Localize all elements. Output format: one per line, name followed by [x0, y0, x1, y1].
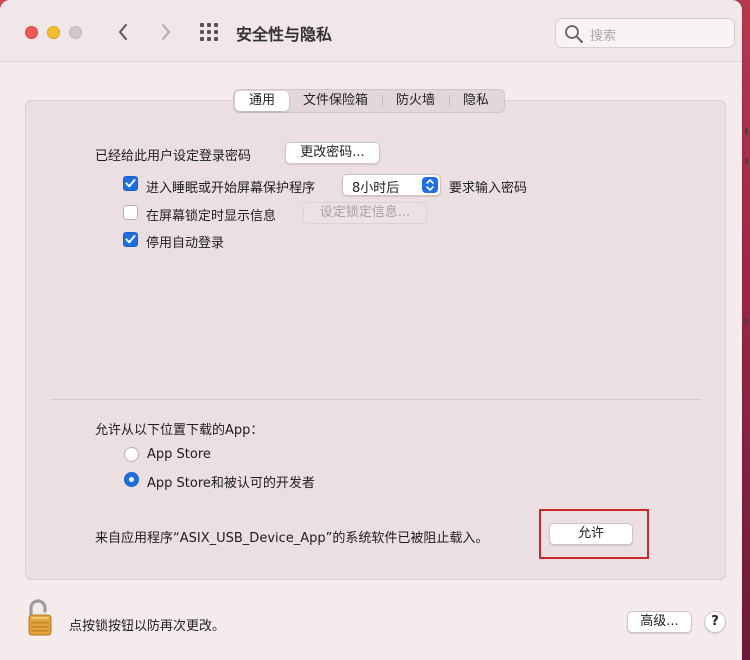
window-title: 安全性与隐私 [236, 25, 333, 44]
show-message-checkbox[interactable] [123, 205, 138, 220]
radio-app-store[interactable] [124, 447, 139, 462]
downloads-heading: 允许从以下位置下载的App： [95, 423, 264, 438]
radio-identified-developers-label: App Store和被认可的开发者 [147, 476, 315, 491]
require-password-checkbox[interactable] [123, 176, 138, 191]
background-mark [745, 158, 748, 164]
close-window-button[interactable] [25, 26, 38, 39]
title-bar: 安全性与隐私 搜索 [0, 0, 742, 62]
tab-privacy[interactable]: 隐私 [449, 91, 503, 111]
background-mark [745, 128, 748, 134]
checkmark-icon [125, 235, 136, 244]
password-delay-value: 8小时后 [352, 181, 400, 196]
show-message-label: 在屏幕锁定时显示信息 [146, 209, 277, 224]
search-icon [565, 25, 583, 43]
password-set-label: 已经给此用户设定登录密码 [95, 149, 252, 164]
forward-button[interactable] [156, 20, 176, 44]
show-all-grid-icon[interactable] [199, 22, 221, 42]
change-password-button[interactable]: 更改密码... [285, 142, 380, 164]
password-delay-select[interactable]: 8小时后 [342, 174, 441, 196]
preferences-window: 安全性与隐私 搜索 通用 文件保险箱 防火墙 隐私 已经给此用户设定登录密码 更… [0, 0, 742, 660]
tab-filevault[interactable]: 文件保险箱 [289, 91, 382, 111]
back-button[interactable] [113, 20, 133, 44]
annotation-highlight-box [539, 509, 649, 559]
search-field[interactable]: 搜索 [555, 18, 735, 48]
radio-app-store-label: App Store [147, 447, 211, 462]
advanced-button[interactable]: 高级... [627, 611, 692, 633]
set-lock-message-button[interactable]: 设定锁定信息... [303, 202, 427, 224]
tab-bar: 通用 文件保险箱 防火墙 隐私 [233, 89, 506, 113]
checkmark-icon [125, 179, 136, 188]
unlocked-padlock-icon[interactable] [25, 598, 63, 638]
lock-hint-text: 点按锁按钮以防再次更改。 [69, 619, 226, 634]
disable-autologin-label: 停用自动登录 [146, 236, 225, 251]
section-divider [51, 399, 701, 400]
chevron-right-icon [162, 24, 170, 40]
tab-firewall[interactable]: 防火墙 [382, 91, 449, 111]
general-panel [25, 100, 726, 580]
disable-autologin-checkbox[interactable] [123, 232, 138, 247]
help-button[interactable]: ? [704, 611, 726, 633]
search-placeholder: 搜索 [590, 29, 617, 44]
background-mark [745, 318, 748, 324]
radio-identified-developers[interactable] [124, 472, 139, 487]
chevron-left-icon [119, 24, 127, 40]
zoom-window-button[interactable] [69, 26, 82, 39]
minimize-window-button[interactable] [47, 26, 60, 39]
blocked-software-message: 来自应用程序“ASIX_USB_Device_App”的系统软件已被阻止载入。 [95, 531, 489, 546]
tab-general[interactable]: 通用 [235, 91, 290, 111]
require-password-suffix: 要求输入密码 [449, 181, 528, 196]
updown-chevron-icon [422, 177, 438, 193]
require-password-label: 进入睡眠或开始屏幕保护程序 [146, 181, 316, 196]
